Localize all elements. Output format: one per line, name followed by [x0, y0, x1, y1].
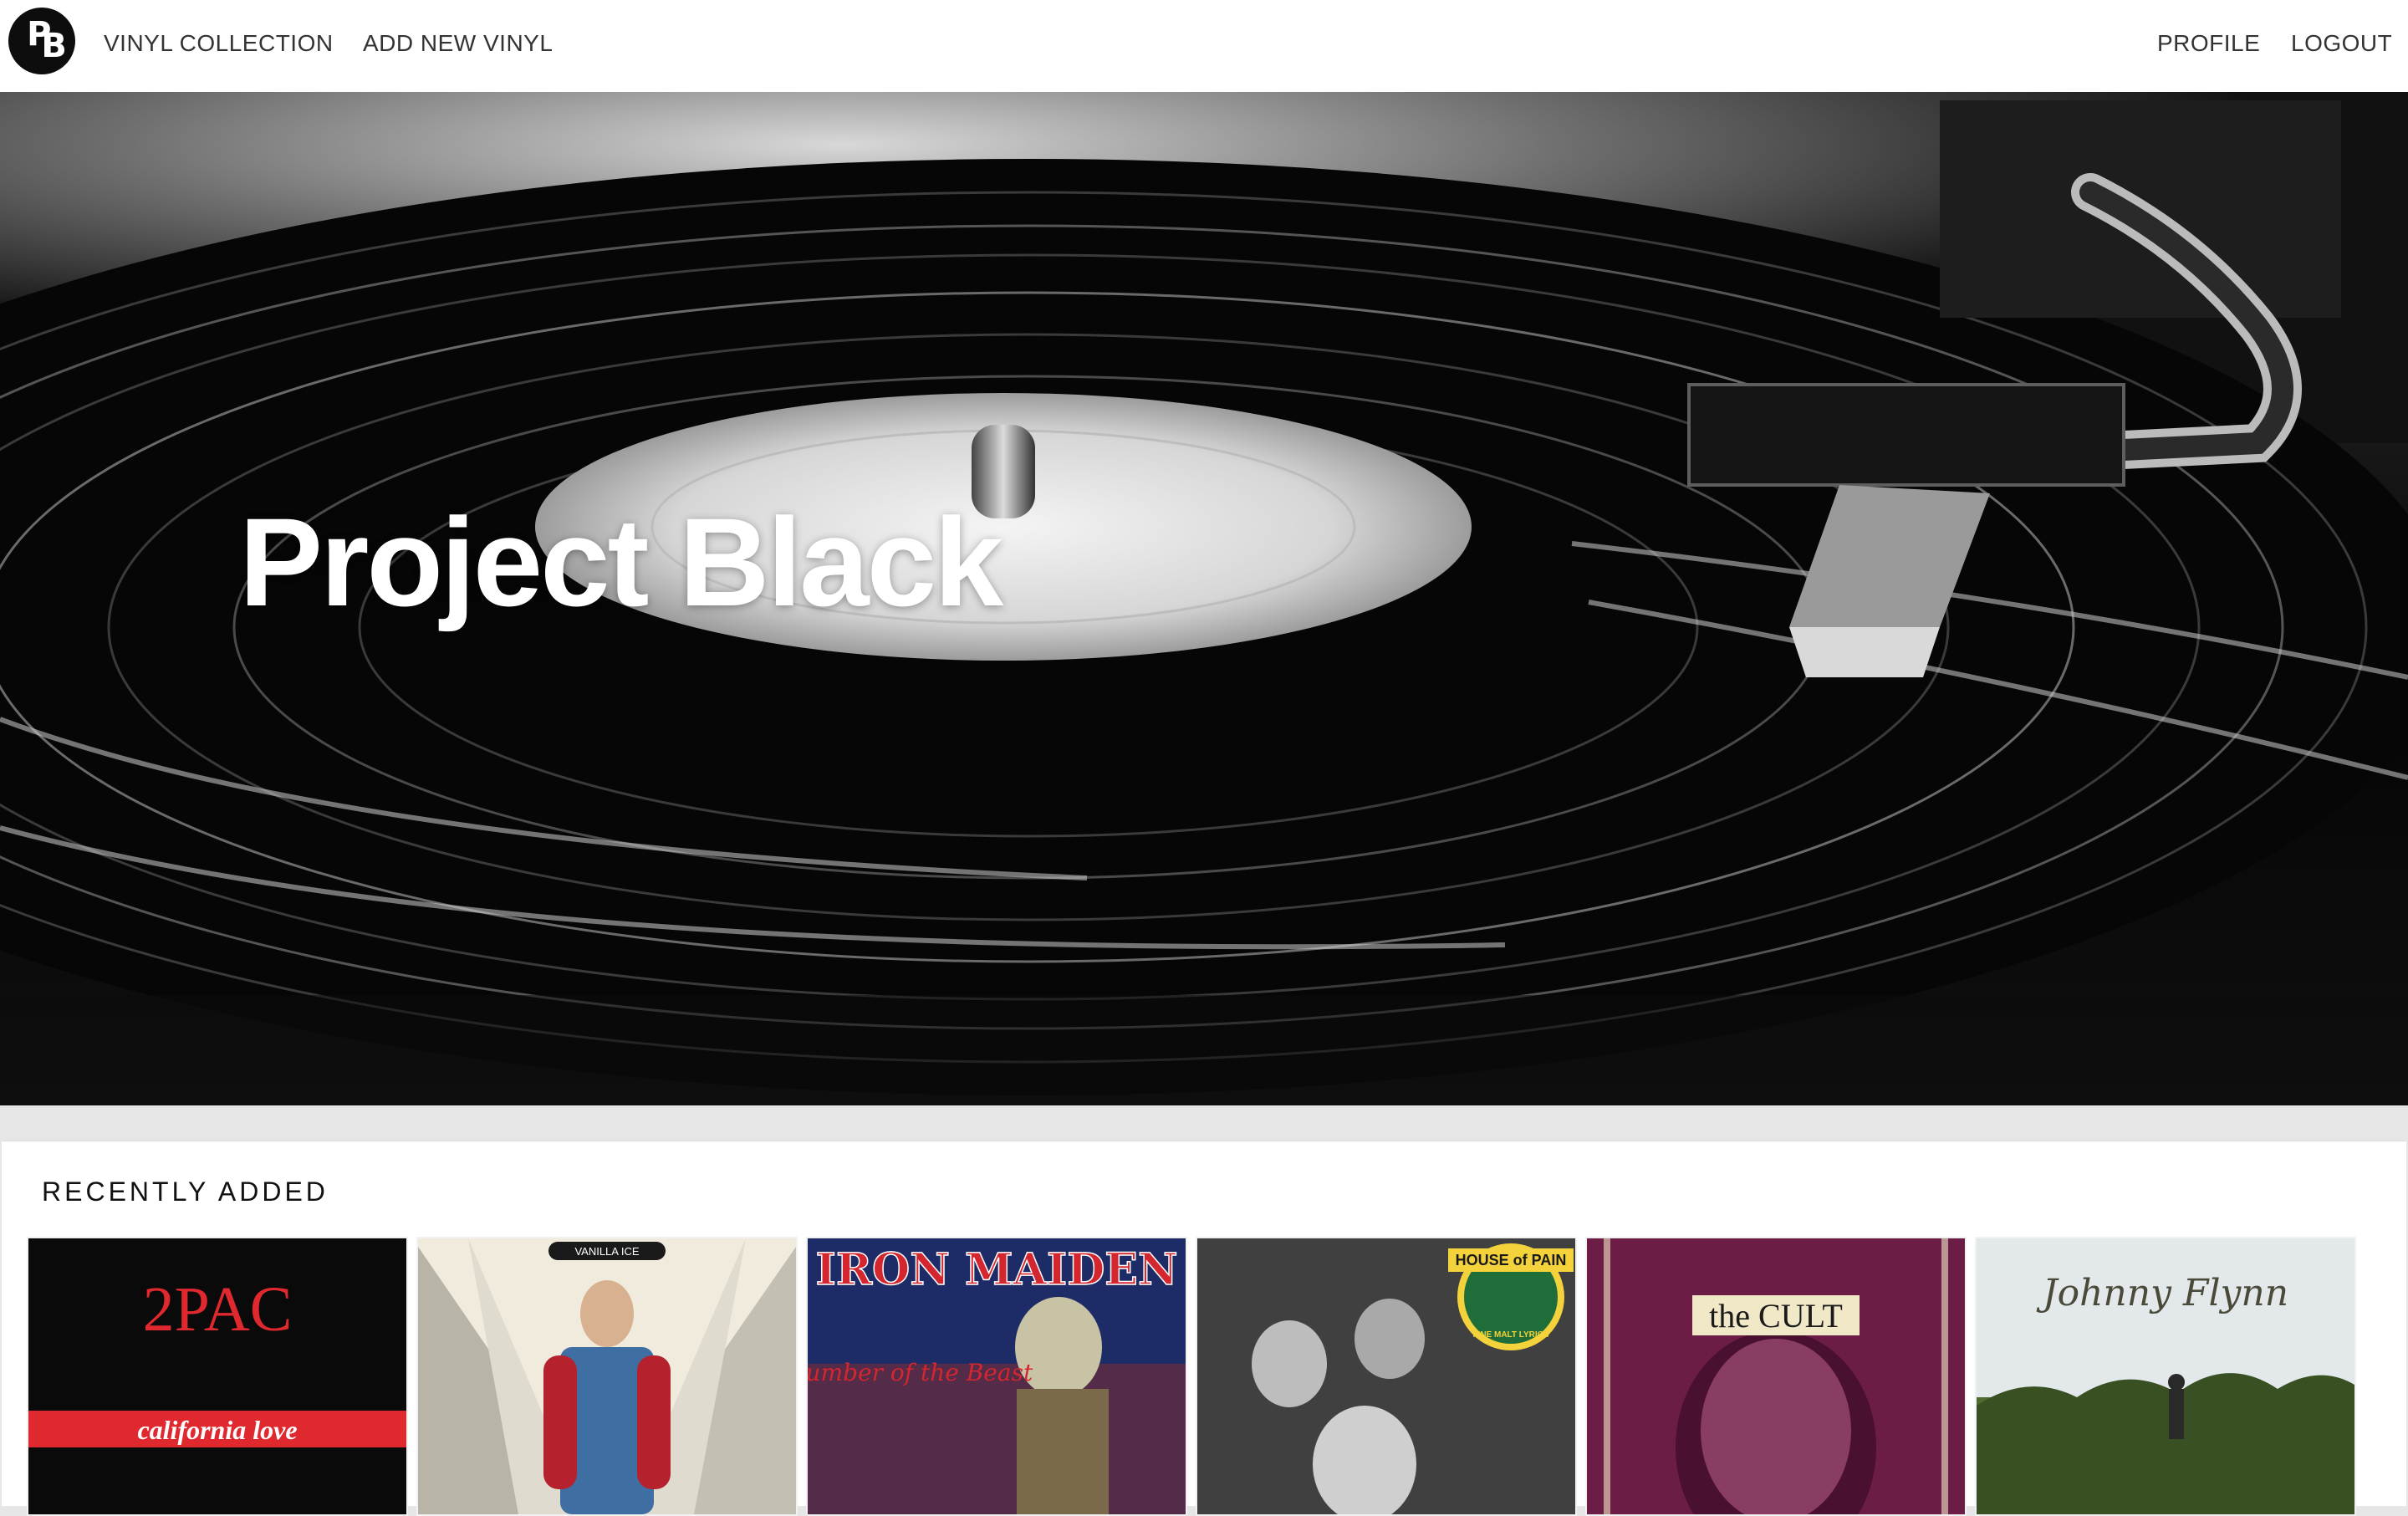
album-title-text: The Number of the Beast [808, 1359, 1033, 1386]
pb-logo-icon[interactable]: PB [8, 8, 75, 74]
album-cover-the-cult[interactable]: the CULT [1585, 1237, 1967, 1516]
album-title-text: FINE MALT LYRICS [1472, 1330, 1548, 1340]
hero-title: Project Black [239, 492, 1003, 632]
nav-logout[interactable]: LOGOUT [2291, 30, 2392, 57]
album-artist-text: VANILLA ICE [574, 1245, 639, 1258]
album-artist-text: 2PAC [143, 1274, 293, 1345]
top-navbar: PB VINYL COLLECTION ADD NEW VINYL PROFIL… [0, 0, 2408, 92]
album-artist-text: the CULT [1709, 1297, 1843, 1335]
album-artist-text: HOUSE of PAIN [1456, 1252, 1567, 1268]
nav-profile[interactable]: PROFILE [2157, 30, 2260, 57]
nav-add-new-vinyl[interactable]: ADD NEW VINYL [363, 30, 553, 57]
recently-added-section: RECENTLY ADDED 2PAC california love VANI… [2, 1141, 2406, 1516]
album-cover-2pac[interactable]: 2PAC california love [27, 1237, 408, 1516]
album-artist-text: Johnny Flynn [2036, 1272, 2288, 1314]
nav-vinyl-collection[interactable]: VINYL COLLECTION [104, 30, 334, 57]
album-cover-house-of-pain[interactable]: HOUSE of PAIN FINE MALT LYRICS [1196, 1237, 1577, 1516]
recently-added-heading: RECENTLY ADDED [42, 1177, 329, 1207]
turntable-base [0, 995, 2408, 1105]
hero-banner: Project Black [0, 92, 2408, 1105]
album-artist-text: IRON MAIDEN [816, 1244, 1178, 1295]
album-cover-iron-maiden[interactable]: IRON MAIDEN The Number of the Beast [806, 1237, 1187, 1516]
album-cover-vanilla-ice[interactable]: VANILLA ICE [416, 1237, 798, 1516]
album-title-text: california love [137, 1415, 297, 1445]
album-cover-johnny-flynn[interactable]: Johnny Flynn [1975, 1237, 2356, 1516]
